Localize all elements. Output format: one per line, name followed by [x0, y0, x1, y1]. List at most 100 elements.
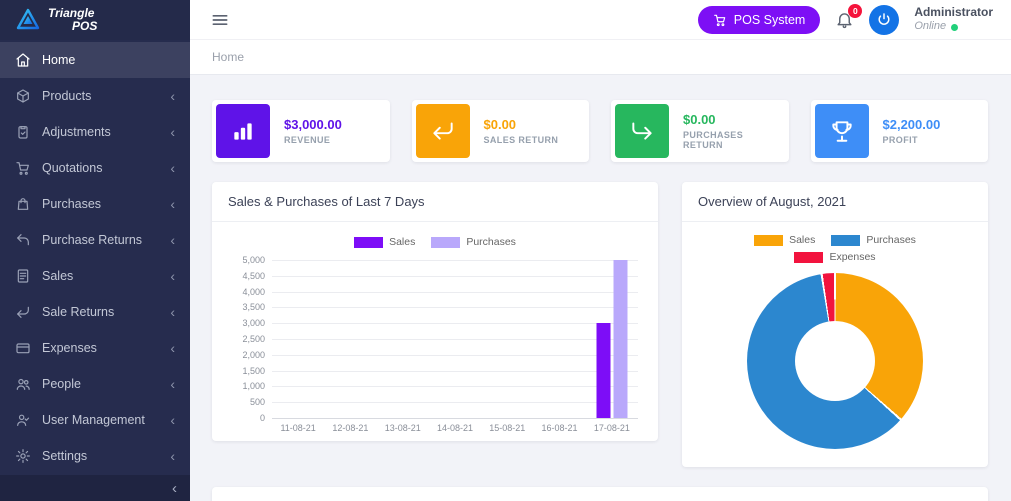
app-logo-text: Triangle POS — [48, 7, 97, 32]
stat-label: REVENUE — [284, 135, 342, 145]
gridline — [272, 371, 638, 372]
sidebar-item-purchases[interactable]: Purchases‹ — [0, 186, 190, 222]
stat-label: PROFIT — [883, 135, 941, 145]
x-axis-label: 12-08-21 — [324, 423, 376, 433]
topbar-right: POS System 0 Administrator — [698, 5, 997, 35]
sidebar-item-sale-returns[interactable]: Sale Returns ‹ — [0, 294, 190, 330]
sidebar-item-products[interactable]: Products‹ — [0, 78, 190, 114]
purchases-return-icon — [615, 104, 669, 158]
x-axis-label: 15-08-21 — [481, 423, 533, 433]
y-axis-label: 3,000 — [225, 318, 265, 328]
legend-item-purchases[interactable]: Purchases — [831, 234, 916, 246]
sidebar-item-label: Sale Returns — [42, 305, 114, 319]
sidebar-item-adjustments[interactable]: Adjustments‹ — [0, 114, 190, 150]
bar-purchases-17-08-21 — [613, 260, 627, 418]
sidebar-item-label: People — [42, 377, 81, 391]
user-avatar[interactable] — [869, 5, 899, 35]
legend-item-sales[interactable]: Sales — [754, 234, 815, 246]
profit-icon — [815, 104, 869, 158]
adjustments-icon — [15, 124, 31, 140]
legend-item-expenses[interactable]: Expenses — [794, 251, 875, 263]
chevron-icon: ‹ — [170, 377, 175, 391]
y-axis-label: 500 — [225, 397, 265, 407]
bar-chart-legend: Sales Purchases — [226, 236, 644, 248]
sidebar-item-label: Settings — [42, 449, 87, 463]
y-axis-label: 2,000 — [225, 350, 265, 360]
purchase-returns-icon — [15, 232, 31, 248]
user-management-icon — [15, 412, 31, 428]
legend-item-purchases[interactable]: Purchases — [431, 236, 516, 248]
sidebar-item-label: User Management — [42, 413, 145, 427]
sidebar-item-purchase-returns[interactable]: Purchase Returns‹ — [0, 222, 190, 258]
chevron-icon: ‹ — [170, 89, 175, 103]
purchases-return-icon — [629, 118, 655, 144]
notifications-bell-icon[interactable]: 0 — [835, 10, 854, 29]
stat-label: PURCHASES RETURN — [683, 130, 785, 150]
legend-swatch — [431, 237, 460, 248]
legend-label: Sales — [389, 236, 415, 248]
donut-chart-title: Overview of August, 2021 — [682, 182, 988, 222]
legend-swatch — [754, 235, 783, 246]
y-axis-label: 5,000 — [225, 255, 265, 265]
breadcrumb: Home — [190, 40, 1011, 75]
user-status: Online — [914, 20, 993, 34]
sidebar-item-user-management[interactable]: User Management‹ — [0, 402, 190, 438]
quotations-icon — [15, 160, 31, 176]
sidebar-item-settings[interactable]: Settings ‹ — [0, 438, 190, 474]
sidebar-collapse-button[interactable]: ‹ — [0, 475, 190, 501]
sale-returns-icon — [15, 304, 31, 320]
y-axis-label: 2,500 — [225, 334, 265, 344]
sidebar-item-sales[interactable]: Sales‹ — [0, 258, 190, 294]
stat-card-purchases-return: $0.00PURCHASES RETURN — [611, 100, 789, 162]
triangle-pos-logo-icon — [16, 8, 40, 32]
sidebar-item-label: Home — [42, 53, 75, 67]
x-axis-label: 17-08-21 — [586, 423, 638, 433]
chevron-icon: ‹ — [170, 161, 175, 175]
donut-chart-body: Sales Purchases Expenses — [682, 222, 988, 467]
chevron-icon: ‹ — [170, 449, 175, 463]
legend-swatch — [831, 235, 860, 246]
user-meta[interactable]: Administrator Online — [914, 5, 997, 34]
revenue-chart-icon — [230, 118, 256, 144]
chevron-icon: ‹ — [170, 233, 175, 247]
gridline — [272, 386, 638, 387]
pos-system-label: POS System — [734, 13, 806, 27]
gridline — [272, 276, 638, 277]
hamburger-menu-icon[interactable] — [210, 10, 230, 30]
stat-amount: $3,000.00 — [284, 117, 342, 132]
stat-text: $0.00SALES RETURN — [484, 117, 559, 145]
breadcrumb-home[interactable]: Home — [212, 50, 244, 64]
pos-system-button[interactable]: POS System — [698, 6, 821, 34]
legend-label: Sales — [789, 234, 815, 246]
bar-chart-plot: 05001,0001,5002,0002,5003,0003,5004,0004… — [272, 260, 638, 418]
legend-swatch — [354, 237, 383, 248]
stat-label: SALES RETURN — [484, 135, 559, 145]
stat-text: $0.00PURCHASES RETURN — [683, 112, 785, 150]
bar-sales-17-08-21 — [596, 323, 610, 418]
y-axis-label: 0 — [225, 413, 265, 423]
app-logo: Triangle POS — [0, 0, 190, 40]
sidebar-item-label: Adjustments — [42, 125, 111, 139]
stat-card-profit: $2,200.00PROFIT — [811, 100, 989, 162]
sidebar-item-expenses[interactable]: Expenses ‹ — [0, 330, 190, 366]
chevron-icon: ‹ — [170, 341, 175, 355]
gridline — [272, 323, 638, 324]
bar-group — [596, 260, 627, 418]
sidebar-item-quotations[interactable]: Quotations‹ — [0, 150, 190, 186]
page-content: $3,000.00 REVENUE $0.00SALES RETURN $0.00PU… — [190, 75, 1011, 501]
gridline — [272, 402, 638, 403]
legend-item-sales[interactable]: Sales — [354, 236, 415, 248]
sidebar-item-label: Expenses — [42, 341, 97, 355]
gridline — [272, 260, 638, 261]
sidebar: Triangle POS HomeProducts‹Adjustments‹Qu… — [0, 0, 190, 501]
chevron-icon: ‹ — [170, 305, 175, 319]
sidebar-item-people[interactable]: People ‹ — [0, 366, 190, 402]
x-axis-label: 16-08-21 — [533, 423, 585, 433]
sidebar-item-home[interactable]: Home — [0, 42, 190, 78]
sales-return-icon — [416, 104, 470, 158]
power-icon — [876, 12, 892, 28]
sales-icon — [15, 268, 31, 284]
notification-badge: 0 — [848, 4, 862, 18]
gridline — [272, 307, 638, 308]
sales-purchases-chart-card: Sales & Purchases of Last 7 Days SalesPu… — [212, 182, 658, 441]
